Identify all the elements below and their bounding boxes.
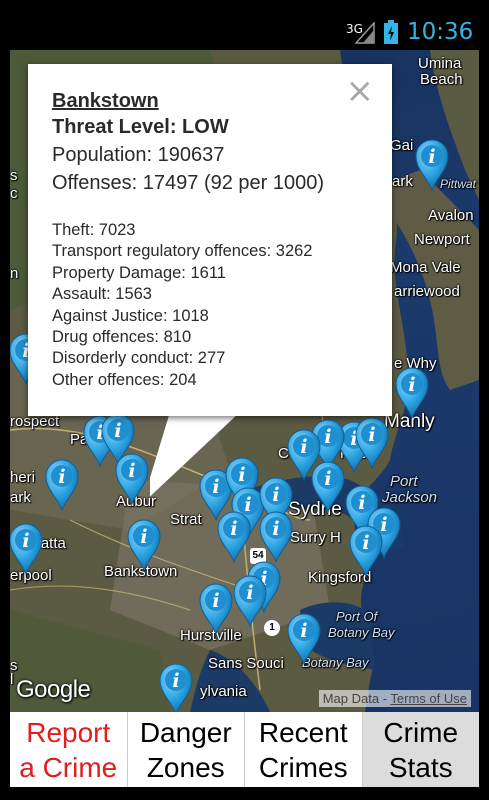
danger-zones-label: Danger Zones (139, 716, 232, 783)
svg-text:i: i (300, 436, 307, 458)
map-label-avalon: Avalon (428, 207, 474, 224)
map-label-edge-l: l (10, 671, 14, 688)
map-label-beach: Beach (420, 71, 463, 88)
map-data-label: Map Data (322, 691, 380, 706)
crime-stats-button[interactable]: Crime Stats (362, 712, 479, 787)
crime-info-pin-icon[interactable]: i (354, 416, 390, 470)
svg-text:i: i (128, 460, 135, 482)
crime-info-pin-icon[interactable]: i (126, 518, 162, 572)
crime-info-pin-icon[interactable]: i (44, 458, 80, 512)
svg-text:i: i (428, 146, 435, 168)
map-label-sheri: heri (10, 469, 36, 486)
map-label-gai: Gai (390, 137, 414, 154)
offense-stat: Assault: 1563 (52, 285, 152, 304)
map-attribution: Map Data - Terms of Use (318, 690, 471, 707)
map-label-port-of: Port Of (336, 609, 378, 624)
crime-info-pin-icon[interactable]: i (232, 574, 268, 628)
map-label-jackson: Jackson (382, 489, 438, 506)
map-label-sans-souci: Sans Souci (208, 655, 284, 672)
svg-text:i: i (58, 466, 65, 488)
crime-info-pin-icon[interactable]: i (310, 460, 346, 514)
map-label-newport: Newport (414, 231, 470, 248)
crime-info-pin-icon[interactable]: i (258, 510, 294, 564)
svg-text:i: i (324, 468, 331, 490)
popup-pointer (150, 412, 240, 497)
popup-population: Population: 190637 (52, 144, 225, 166)
map-label-mona-vale: Mona Vale (390, 259, 461, 276)
bottom-bezel (0, 787, 489, 800)
crime-info-pin-icon[interactable]: i (10, 522, 44, 576)
recent-crimes-label: Recent Crimes (258, 716, 348, 783)
svg-text:i: i (212, 590, 219, 612)
terms-of-use-link[interactable]: Terms of Use (390, 691, 467, 706)
svg-text:i: i (408, 374, 415, 396)
offense-stat: Property Damage: 1611 (52, 263, 226, 282)
map-label-botany-bay-top: Botany Bay (328, 625, 395, 640)
crime-info-pin-icon[interactable]: i (394, 366, 430, 420)
map-label-prospect: rospect (10, 413, 60, 430)
crime-info-pin-icon[interactable]: i (158, 662, 194, 712)
svg-text:i: i (362, 532, 369, 554)
svg-text:i: i (358, 492, 365, 514)
offense-stat: Other offences: 204 (52, 370, 197, 389)
map-label-ark: ark (392, 173, 413, 190)
report-crime-label: Report a Crime (19, 716, 118, 783)
crime-info-pin-icon[interactable]: i (216, 510, 252, 564)
popup-threat-level: Threat Level: LOW (52, 116, 229, 138)
map-label-edge-n: n (10, 265, 19, 282)
offense-stat: Disorderly conduct: 277 (52, 349, 226, 368)
svg-text:i: i (368, 424, 375, 446)
suburb-info-popup: × Bankstown Threat Level: LOW Population… (28, 64, 392, 416)
crime-info-pin-icon[interactable]: i (286, 612, 322, 666)
offense-stat: Drug offences: 810 (52, 328, 192, 347)
svg-text:i: i (172, 670, 179, 692)
danger-zones-button[interactable]: Danger Zones (127, 712, 245, 787)
battery-charging-icon (384, 20, 398, 44)
crime-info-pin-icon[interactable]: i (198, 582, 234, 636)
svg-text:i: i (272, 518, 279, 540)
crime-stats-label: Crime Stats (383, 716, 459, 783)
svg-text:i: i (22, 530, 29, 552)
svg-text:i: i (114, 420, 121, 442)
map-label-surry-hills: Surry H (290, 529, 341, 546)
offense-stat: Transport regulatory offences: 3262 (52, 242, 313, 261)
frame-left (0, 50, 10, 787)
map-label-ark-left: ark (10, 489, 31, 506)
map-label-edge-s: s (10, 167, 18, 184)
recent-crimes-button[interactable]: Recent Crimes (245, 712, 363, 787)
svg-text:i: i (300, 620, 307, 642)
svg-text:i: i (140, 526, 147, 548)
close-popup-button[interactable]: × (346, 74, 375, 108)
clock: 10:36 (407, 19, 474, 45)
offense-stat: Against Justice: 1018 (52, 306, 209, 325)
map-label-umina: Umina (418, 55, 462, 72)
popup-offense-breakdown: Theft: 7023 Transport regulatory offence… (52, 220, 313, 391)
crime-info-pin-icon[interactable]: i (414, 138, 450, 192)
svg-text:i: i (246, 582, 253, 604)
map-label-port: Port (390, 473, 418, 490)
bottom-navigation: Report a Crime Danger Zones Recent Crime… (10, 712, 479, 787)
crime-info-pin-icon[interactable]: i (114, 452, 150, 506)
map-label-sylvania: ylvania (200, 683, 247, 700)
popup-offenses: Offenses: 17497 (92 per 1000) (52, 172, 325, 194)
map-label-strathfield: Strat (170, 511, 202, 528)
map-label-warriewood: arriewood (394, 283, 460, 300)
popup-suburb-name: Bankstown (52, 90, 159, 112)
svg-text:i: i (324, 426, 331, 448)
svg-text:i: i (230, 518, 237, 540)
map-label-edge-c: c (10, 185, 18, 202)
google-logo: Google (16, 676, 91, 703)
status-bar: 3G 10:36 (0, 0, 489, 50)
report-crime-button[interactable]: Report a Crime (10, 712, 128, 787)
frame-right (479, 50, 489, 787)
offense-stat: Theft: 7023 (52, 221, 136, 239)
signal-icon (355, 22, 375, 44)
crime-info-pin-icon[interactable]: i (348, 524, 384, 578)
